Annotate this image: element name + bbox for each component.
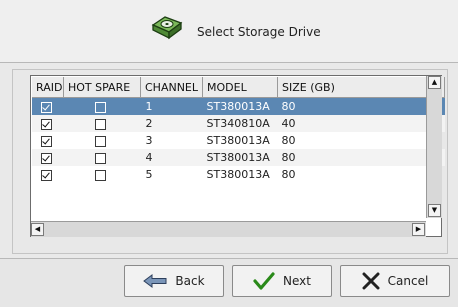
model-cell: ST380013A: [206, 168, 270, 181]
arrow-up-icon: ▲: [431, 78, 438, 86]
table-row[interactable]: 5 ST380013A 80: [32, 166, 445, 183]
hot-spare-checkbox[interactable]: [94, 101, 106, 113]
size-cell: 80: [281, 134, 296, 147]
model-cell: ST380013A: [202, 149, 278, 166]
back-button[interactable]: Back: [124, 265, 224, 297]
arrow-left-icon: [143, 274, 167, 288]
model-cell: ST380013A: [202, 97, 278, 115]
cancel-button-label: Cancel: [387, 274, 429, 288]
dialog-header: Select Storage Drive: [0, 0, 458, 63]
horizontal-scrollbar[interactable]: ◀ ▶: [31, 221, 426, 237]
close-icon: [362, 272, 380, 290]
column-header-model[interactable]: MODEL: [202, 77, 278, 98]
size-cell: 80: [281, 168, 296, 181]
hard-drive-icon: [150, 11, 184, 43]
size-cell: 80: [277, 97, 445, 115]
raid-checkbox[interactable]: [41, 118, 52, 130]
dialog-title: Select Storage Drive: [197, 25, 321, 39]
hot-spare-checkbox[interactable]: [94, 118, 106, 130]
channel-cell: 4: [140, 149, 203, 166]
column-header-raid[interactable]: RAID: [32, 77, 64, 98]
raid-checkbox[interactable]: [41, 101, 52, 113]
table-row[interactable]: 1 ST380013A 80: [32, 97, 445, 115]
arrow-down-icon: ▼: [431, 206, 438, 214]
hot-spare-checkbox[interactable]: [94, 135, 106, 147]
table-row[interactable]: 4 ST380013A 80: [32, 149, 445, 166]
next-button-label: Next: [283, 274, 311, 288]
scroll-up-button[interactable]: ▲: [428, 76, 441, 89]
column-header-size[interactable]: SIZE (GB): [277, 77, 445, 98]
checkmark-icon: [253, 272, 275, 290]
raid-checkbox[interactable]: [41, 152, 52, 164]
raid-checkbox[interactable]: [41, 135, 52, 147]
hot-spare-checkbox[interactable]: [94, 152, 106, 164]
hot-spare-checkbox[interactable]: [94, 169, 106, 181]
table-header-row: RAID HOT SPARE CHANNEL MODEL SIZE (GB): [32, 77, 445, 98]
table-row[interactable]: 3 ST380013A 80: [32, 132, 445, 149]
raid-checkbox[interactable]: [41, 169, 52, 181]
next-button[interactable]: Next: [232, 265, 332, 297]
column-header-channel[interactable]: CHANNEL: [140, 77, 203, 98]
size-cell: 40: [277, 115, 445, 132]
channel-cell: 2: [140, 115, 203, 132]
arrow-left-icon: ◀: [34, 225, 41, 233]
channel-cell: 1: [140, 97, 203, 115]
column-header-hot-spare[interactable]: HOT SPARE: [63, 77, 141, 98]
scroll-right-button[interactable]: ▶: [412, 223, 425, 236]
channel-cell: 5: [145, 168, 153, 181]
scroll-down-button[interactable]: ▼: [428, 204, 441, 217]
cancel-button[interactable]: Cancel: [340, 265, 450, 297]
size-cell: 80: [277, 149, 445, 166]
drive-table: RAID HOT SPARE CHANNEL MODEL SIZE (GB) 1…: [32, 77, 445, 183]
table-row[interactable]: 2 ST340810A 40: [32, 115, 445, 132]
arrow-right-icon: ▶: [415, 225, 422, 233]
model-cell: ST340810A: [202, 115, 278, 132]
model-cell: ST380013A: [206, 134, 270, 147]
scroll-left-button[interactable]: ◀: [31, 223, 44, 236]
vertical-scrollbar[interactable]: ▲ ▼: [426, 76, 442, 218]
channel-cell: 3: [145, 134, 153, 147]
back-button-label: Back: [175, 274, 205, 288]
